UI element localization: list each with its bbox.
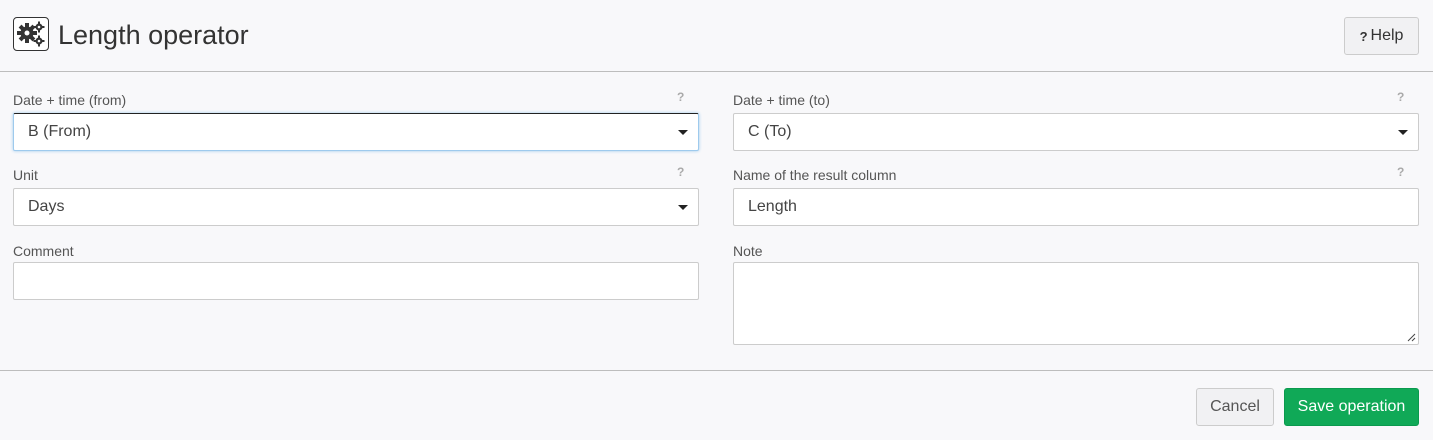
unit-select[interactable]: Days	[13, 188, 699, 226]
to-label: Date + time (to)	[733, 92, 830, 108]
from-help-icon[interactable]: ?	[677, 90, 684, 104]
unit-label: Unit	[13, 167, 38, 183]
dialog-header: Length operator ? Help	[0, 0, 1433, 72]
dialog-footer: Cancel Save operation	[0, 370, 1433, 440]
from-select-value: B (From)	[28, 123, 92, 140]
to-help-icon[interactable]: ?	[1397, 90, 1404, 104]
chevron-down-icon	[678, 205, 688, 210]
help-button-label: Help	[1370, 27, 1404, 44]
from-select[interactable]: B (From)	[13, 113, 699, 151]
unit-select-value: Days	[28, 198, 65, 215]
save-operation-button[interactable]: Save operation	[1284, 388, 1419, 426]
dialog-title: Length operator	[58, 20, 249, 50]
help-button[interactable]: ? Help	[1344, 17, 1419, 55]
to-select-value: C (To)	[748, 123, 792, 140]
from-label: Date + time (from)	[13, 92, 127, 108]
result-column-help-icon[interactable]: ?	[1397, 165, 1404, 179]
resize-grip-icon[interactable]	[1406, 332, 1416, 342]
to-select[interactable]: C (To)	[733, 113, 1419, 151]
chevron-down-icon	[678, 130, 688, 135]
result-column-input-value: Length	[748, 198, 797, 215]
note-label: Note	[733, 243, 763, 259]
note-textarea[interactable]	[733, 262, 1419, 345]
question-icon: ?	[1359, 28, 1368, 44]
operation-dialog: Length operator ? Help Date + time (from…	[0, 0, 1433, 440]
comment-label: Comment	[13, 243, 74, 259]
gears-icon	[13, 17, 49, 51]
result-column-input[interactable]: Length	[733, 188, 1419, 226]
result-column-label: Name of the result column	[733, 167, 897, 183]
chevron-down-icon	[1398, 130, 1408, 135]
cancel-button[interactable]: Cancel	[1196, 388, 1274, 426]
comment-input[interactable]	[13, 262, 699, 300]
unit-help-icon[interactable]: ?	[677, 165, 684, 179]
